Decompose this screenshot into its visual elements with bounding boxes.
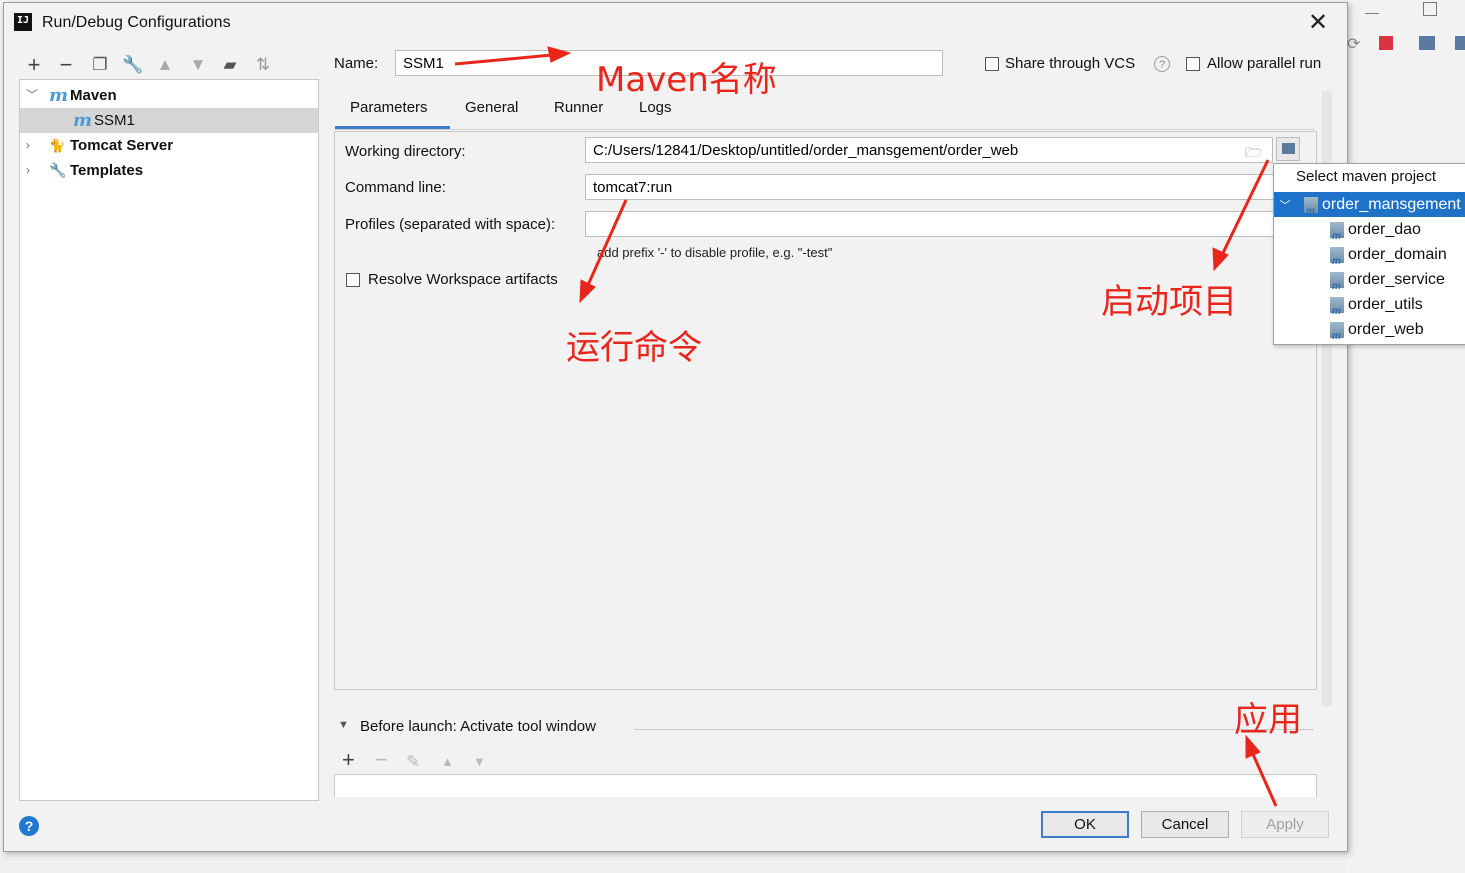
annotation-start-project: 启动项目 <box>1101 282 1237 322</box>
annotation-maven-name: Maven名称 <box>596 60 777 100</box>
annotation-arrowhead <box>1212 247 1229 272</box>
annotation-arrowhead <box>579 279 596 304</box>
annotation-arrow-apply <box>1250 751 1278 807</box>
annotation-arrow-start-project <box>1220 159 1270 256</box>
annotation-arrow-command <box>586 199 628 286</box>
annotation-arrow-name <box>454 53 553 66</box>
annotation-arrows <box>454 46 1278 807</box>
annotation-apply: 应用 <box>1234 700 1302 740</box>
annotation-run-command: 运行命令 <box>566 328 702 368</box>
annotation-arrowhead <box>547 46 572 63</box>
